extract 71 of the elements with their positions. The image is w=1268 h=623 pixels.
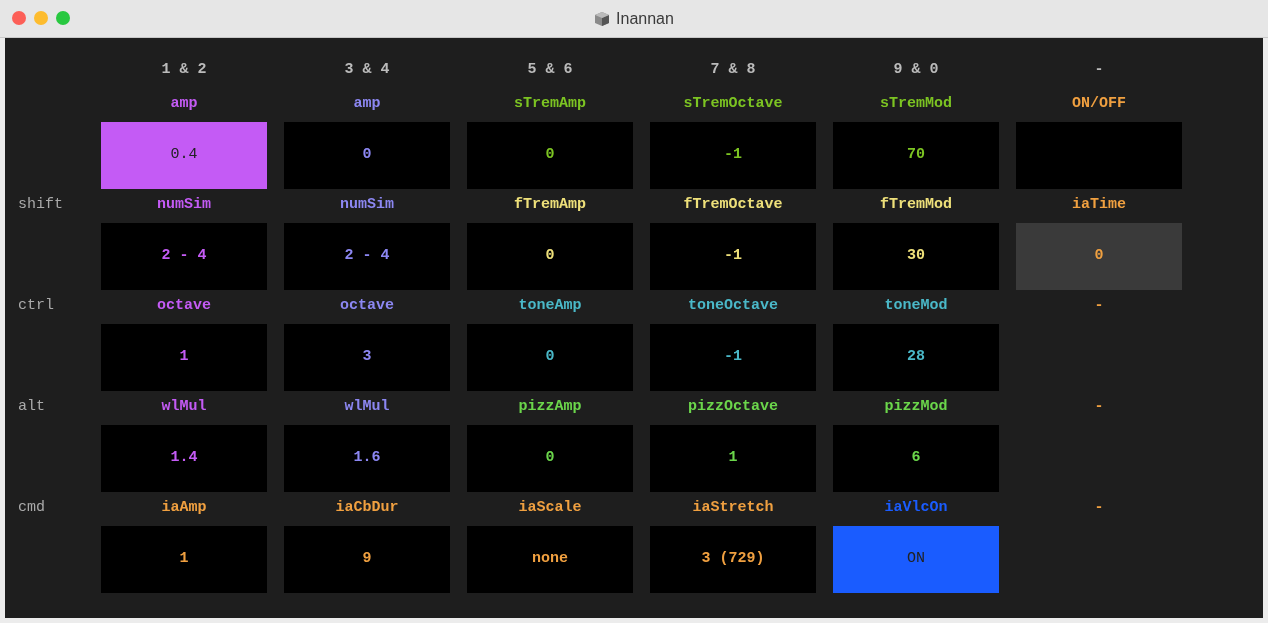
- modifier-label: alt: [18, 396, 45, 417]
- value-box[interactable]: -1: [650, 324, 816, 391]
- parameter-label: numSim: [340, 194, 394, 215]
- minimize-button[interactable]: [34, 11, 48, 25]
- parameter-label: iaVlcOn: [884, 497, 948, 518]
- parameter-label: numSim: [157, 194, 211, 215]
- value-box[interactable]: -1: [650, 122, 816, 189]
- value-box[interactable]: 6: [833, 425, 999, 492]
- parameter-label: amp: [170, 93, 198, 114]
- value-box[interactable]: 2 - 4: [101, 223, 267, 290]
- value-box[interactable]: 9: [284, 526, 450, 593]
- parameter-label: fTremAmp: [514, 194, 586, 215]
- parameter-label: toneOctave: [688, 295, 778, 316]
- value-box[interactable]: none: [467, 526, 633, 593]
- value-box[interactable]: 1.4: [101, 425, 267, 492]
- parameter-label: iaScale: [518, 497, 582, 518]
- value-box[interactable]: 3 (729): [650, 526, 816, 593]
- value-box[interactable]: 1: [101, 526, 267, 593]
- value-box[interactable]: 1: [650, 425, 816, 492]
- column-header: 9 & 0: [893, 59, 939, 80]
- modifier-label: cmd: [18, 497, 45, 518]
- value-box[interactable]: 3: [284, 324, 450, 391]
- value-box[interactable]: 1: [101, 324, 267, 391]
- parameter-label: ON/OFF: [1072, 93, 1126, 114]
- parameter-label: octave: [340, 295, 394, 316]
- zoom-button[interactable]: [56, 11, 70, 25]
- modifier-label: shift: [18, 194, 63, 215]
- value-box[interactable]: 70: [833, 122, 999, 189]
- parameter-label: iaTime: [1072, 194, 1126, 215]
- value-box[interactable]: 28: [833, 324, 999, 391]
- value-box[interactable]: 0: [467, 122, 633, 189]
- value-box[interactable]: 0: [467, 324, 633, 391]
- parameter-label: iaAmp: [161, 497, 207, 518]
- parameter-label: -: [1094, 295, 1104, 316]
- value-box[interactable]: [1016, 122, 1182, 189]
- parameter-label: iaCbDur: [335, 497, 399, 518]
- parameter-label: fTremOctave: [683, 194, 783, 215]
- parameter-label: -: [1094, 497, 1104, 518]
- value-box[interactable]: 0: [467, 425, 633, 492]
- value-box[interactable]: 0: [1016, 223, 1182, 290]
- parameter-label: fTremMod: [880, 194, 952, 215]
- parameter-label: octave: [157, 295, 211, 316]
- value-box[interactable]: 0: [467, 223, 633, 290]
- parameter-label: pizzAmp: [518, 396, 582, 417]
- value-box[interactable]: -1: [650, 223, 816, 290]
- column-header: 5 & 6: [527, 59, 573, 80]
- parameter-label: wlMul: [344, 396, 390, 417]
- value-box[interactable]: 30: [833, 223, 999, 290]
- cube-icon: [594, 10, 611, 27]
- parameter-label: amp: [353, 93, 381, 114]
- parameter-label: wlMul: [161, 396, 207, 417]
- modifier-label: ctrl: [18, 295, 54, 316]
- parameter-label: toneAmp: [518, 295, 582, 316]
- parameter-label: sTremAmp: [514, 93, 586, 114]
- value-box[interactable]: 0: [284, 122, 450, 189]
- column-header: -: [1094, 59, 1104, 80]
- parameter-label: toneMod: [884, 295, 948, 316]
- column-header: 7 & 8: [710, 59, 756, 80]
- parameter-label: -: [1094, 396, 1104, 417]
- parameter-label: pizzMod: [884, 396, 948, 417]
- parameter-label: pizzOctave: [688, 396, 778, 417]
- window-title: Inannan: [616, 8, 674, 29]
- parameter-label: sTremMod: [880, 93, 952, 114]
- parameter-label: sTremOctave: [683, 93, 783, 114]
- value-box[interactable]: 2 - 4: [284, 223, 450, 290]
- parameter-label: iaStretch: [692, 497, 774, 518]
- value-box[interactable]: 1.6: [284, 425, 450, 492]
- close-button[interactable]: [12, 11, 26, 25]
- value-box[interactable]: 0.4: [101, 122, 267, 189]
- column-header: 1 & 2: [161, 59, 207, 80]
- column-header: 3 & 4: [344, 59, 390, 80]
